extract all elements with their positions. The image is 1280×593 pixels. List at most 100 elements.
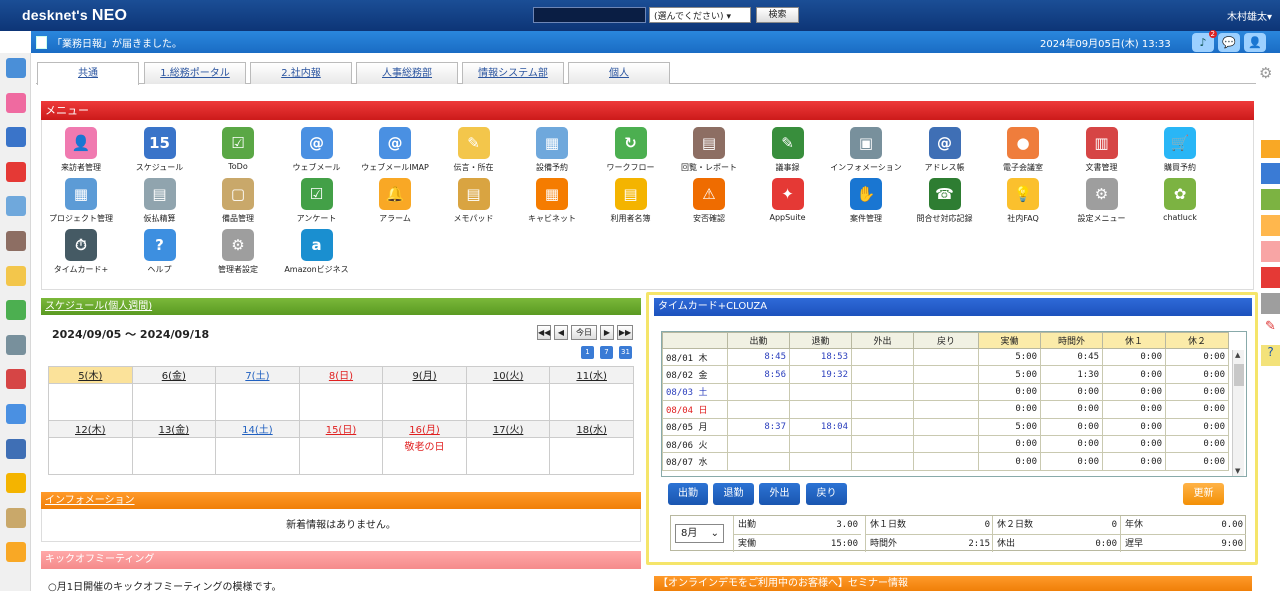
next-day-button[interactable]: ▶	[600, 325, 614, 340]
calendar-day-header[interactable]: 14(土)	[215, 420, 300, 438]
notification-icon[interactable]: ♪ 2	[1192, 30, 1217, 52]
menu-item[interactable]: ✎ 議事録	[750, 127, 826, 173]
address-icon[interactable]	[6, 438, 26, 459]
menu-item[interactable]: ▤ 仮払精算	[122, 178, 198, 224]
right-bar-item-1[interactable]	[1261, 140, 1280, 158]
calendar-day-cell[interactable]	[48, 437, 133, 475]
calendar-day-header[interactable]: 11(水)	[549, 366, 634, 384]
prev-week-button[interactable]: ◀◀	[537, 325, 551, 340]
help-icon[interactable]: ?	[1261, 345, 1280, 366]
tab-joho-system[interactable]: 情報システム部	[462, 62, 564, 84]
facility-icon[interactable]	[6, 196, 26, 217]
go-out-button[interactable]: 外出	[759, 483, 800, 505]
memo-icon[interactable]	[6, 265, 26, 286]
appsuite-icon[interactable]	[6, 161, 26, 182]
menu-item[interactable]: ⏱ タイムカード+	[43, 229, 119, 275]
timecard-row[interactable]: 08/02 金 8:56 19:32 5:00 1:30 0:00 0:00	[662, 365, 1229, 384]
document-icon[interactable]	[6, 369, 26, 390]
calendar-day-cell[interactable]	[382, 383, 467, 421]
menu-item[interactable]: @ ウェブメールIMAP	[357, 127, 433, 173]
chat-icon[interactable]: 💬	[1218, 33, 1240, 52]
menu-item[interactable]: ⚠ 安否確認	[671, 178, 747, 224]
menu-item[interactable]: ▣ インフォメーション	[828, 127, 904, 173]
next-week-button[interactable]: ▶▶	[617, 325, 633, 340]
roster-icon[interactable]	[6, 473, 26, 494]
calendar-day-header[interactable]: 5(木)	[48, 366, 133, 384]
return-button[interactable]: 戻り	[806, 483, 847, 505]
timecard-row[interactable]: 08/07 水 0:00 0:00 0:00 0:00	[662, 452, 1229, 471]
calendar-day-cell[interactable]: 敬老の日	[382, 437, 467, 475]
search-scope-select[interactable]: (選んでください) ▾	[649, 7, 751, 23]
calendar-day-header[interactable]: 10(火)	[465, 366, 551, 384]
timecard-row[interactable]: 08/01 木 8:45 18:53 5:00 0:45 0:00 0:00	[662, 347, 1229, 367]
menu-item[interactable]: @ アドレス帳	[907, 127, 983, 173]
timecard-row[interactable]: 08/06 火 0:00 0:00 0:00 0:00	[662, 434, 1229, 454]
schedule-header[interactable]: スケジュール(個人週間)	[41, 298, 641, 315]
menu-item[interactable]: ▤ 利用者名簿	[593, 178, 669, 224]
right-bar-item-3[interactable]	[1261, 189, 1280, 210]
menu-item[interactable]: ✋ 案件管理	[828, 178, 904, 224]
notice[interactable]: 「業務日報」が届きました。	[36, 35, 182, 50]
timecard-row[interactable]: 08/04 日 0:00 0:00 0:00 0:00	[662, 400, 1229, 419]
menu-item[interactable]: ☑ アンケート	[279, 178, 355, 224]
clock-in-button[interactable]: 出勤	[668, 483, 708, 505]
schedule-icon[interactable]	[6, 127, 26, 148]
calendar-day-header[interactable]: 12(木)	[48, 420, 133, 438]
calendar-day-cell[interactable]	[549, 383, 634, 421]
menu-item[interactable]: ? ヘルプ	[122, 229, 198, 275]
information-icon[interactable]	[6, 334, 26, 355]
calendar-day-header[interactable]: 9(月)	[382, 366, 467, 384]
menu-item[interactable]: ☑ ToDo	[200, 127, 276, 171]
menu-item[interactable]: ▦ 設備予約	[514, 127, 590, 173]
menu-item[interactable]: @ ウェブメール	[279, 127, 355, 173]
calendar-day-header[interactable]: 18(水)	[549, 420, 634, 438]
menu-item[interactable]: 15 スケジュール	[122, 127, 198, 173]
calendar-day-header[interactable]: 7(土)	[215, 366, 300, 384]
tab-kojin[interactable]: 個人	[568, 62, 670, 84]
app-logo[interactable]: desknet's NEO	[22, 7, 127, 25]
search-input[interactable]	[533, 7, 646, 23]
menu-item[interactable]: ● 電子会議室	[985, 127, 1061, 173]
right-bar-item-2[interactable]	[1261, 163, 1280, 184]
calendar-day-cell[interactable]	[465, 437, 551, 475]
month-select[interactable]: 8月 ⌄	[675, 524, 724, 543]
clock-out-button[interactable]: 退勤	[713, 483, 754, 505]
menu-item[interactable]: ↻ ワークフロー	[593, 127, 669, 173]
tab-soumu-portal[interactable]: 1.総務ポータル	[144, 62, 246, 84]
menu-item[interactable]: ▤ 回覧・レポート	[671, 127, 747, 173]
week-view-icon[interactable]: 7	[600, 346, 613, 359]
mail-icon[interactable]	[6, 404, 26, 424]
calendar-day-cell[interactable]	[48, 383, 133, 421]
tab-shanaiho[interactable]: 2.社内報	[250, 62, 352, 84]
visitor-icon[interactable]	[6, 92, 26, 113]
menu-item[interactable]: ▤ メモパッド	[436, 178, 512, 224]
refresh-button[interactable]: 更新	[1183, 483, 1224, 505]
menu-item[interactable]: ▦ プロジェクト管理	[43, 178, 119, 224]
menu-item[interactable]: 🔔 アラーム	[357, 178, 433, 224]
menu-item[interactable]: 💡 社内FAQ	[985, 178, 1061, 224]
scroll-thumb[interactable]	[1234, 364, 1244, 386]
user-icon[interactable]: 👤	[1244, 33, 1266, 52]
menu-item[interactable]: ✎ 伝言・所在	[436, 127, 512, 173]
menu-item[interactable]: ⚙ 設定メニュー	[1064, 178, 1140, 224]
calendar-day-cell[interactable]	[131, 437, 217, 475]
menu-item[interactable]: ✿ chatluck	[1142, 178, 1218, 222]
scroll-up-arrow[interactable]: ▲	[1235, 351, 1240, 359]
calendar-day-header[interactable]: 8(日)	[298, 366, 384, 384]
menu-item[interactable]: ▥ 文書管理	[1064, 127, 1140, 173]
timecard-row[interactable]: 08/03 土 0:00 0:00 0:00 0:00	[662, 382, 1229, 402]
menu-item[interactable]: ⚙ 管理者設定	[200, 229, 276, 275]
day-view-icon[interactable]: 1	[581, 346, 594, 359]
calendar-day-header[interactable]: 17(火)	[465, 420, 551, 438]
timecard-scrollbar[interactable]: ▲ ▼	[1232, 350, 1244, 476]
menu-item[interactable]: ✦ AppSuite	[750, 178, 826, 222]
calendar-day-cell[interactable]	[298, 383, 384, 421]
user-menu[interactable]: 木村雄太▾	[1227, 8, 1272, 23]
gear-icon[interactable]: ⚙	[1259, 65, 1275, 81]
menu-item[interactable]: 🛒 購買予約	[1142, 127, 1218, 173]
calendar-day-cell[interactable]	[215, 437, 300, 475]
cabinet-icon[interactable]	[6, 507, 26, 528]
calendar-day-cell[interactable]	[465, 383, 551, 421]
right-bar-item-6[interactable]	[1261, 267, 1280, 288]
today-button[interactable]: 今日	[571, 325, 597, 340]
